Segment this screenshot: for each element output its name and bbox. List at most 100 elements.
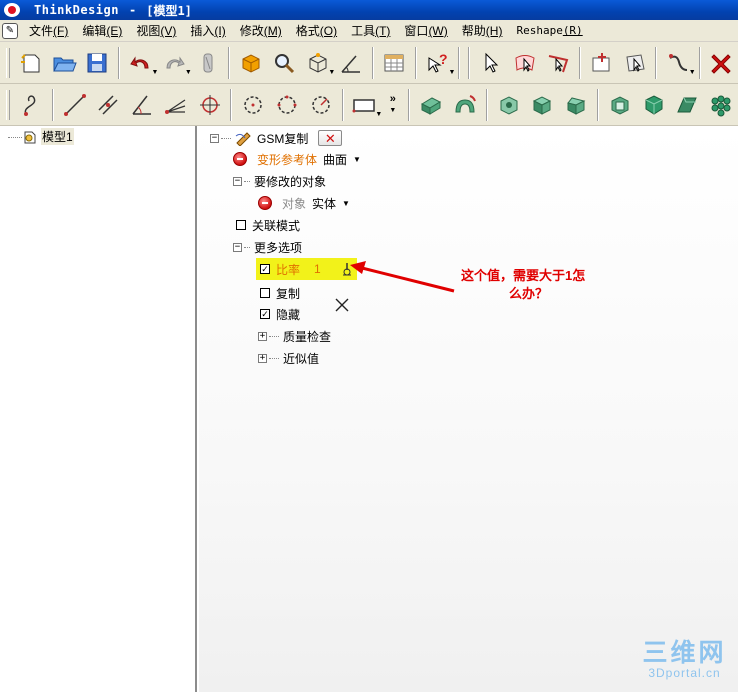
chevron-down-icon[interactable]: ▼: [353, 155, 361, 164]
document-title: [模型1]: [146, 3, 192, 18]
select-surface-icon[interactable]: [510, 48, 539, 78]
help-pointer-icon[interactable]: ? ▼: [423, 48, 455, 78]
chamfer-solid-icon[interactable]: [561, 90, 591, 120]
extrude-solid-icon[interactable]: [416, 90, 446, 120]
toolbar-separator: [228, 46, 231, 79]
zoom-icon[interactable]: [270, 48, 299, 78]
menu-insert[interactable]: 插入(I): [183, 22, 232, 39]
hide-checkbox[interactable]: ✓: [260, 309, 270, 319]
bisector-line-icon[interactable]: [161, 90, 191, 120]
approx-value-label: 近似值: [283, 351, 320, 366]
table-icon[interactable]: [380, 48, 409, 78]
select-edge-icon[interactable]: [543, 48, 572, 78]
tree-node-label: 模型1: [41, 128, 74, 145]
solid-box-icon[interactable]: [236, 48, 265, 78]
command-title: GSM复制: [257, 131, 309, 146]
circle-center-icon[interactable]: [238, 90, 268, 120]
crosshair-circle-icon[interactable]: [195, 90, 225, 120]
main-toolbar: ▼ ▼ ▼ ? ▼ ▼: [0, 42, 738, 84]
toolbar-separator: [698, 46, 701, 79]
watermark-url: 3Dportal.cn: [648, 666, 721, 680]
measure-angle-icon[interactable]: [336, 48, 365, 78]
shell-solid-icon[interactable]: [605, 90, 635, 120]
spline-curve-icon[interactable]: [16, 90, 46, 120]
pattern-solid-icon[interactable]: [706, 90, 736, 120]
delete-icon[interactable]: [707, 48, 736, 78]
toolbar-separator: [51, 88, 54, 121]
toolbar-separator: [458, 46, 461, 79]
cross-cursor-icon: [335, 298, 349, 312]
curve-pick-icon[interactable]: ▼: [663, 48, 696, 78]
history-icon[interactable]: [193, 48, 222, 78]
save-icon[interactable]: [83, 48, 112, 78]
app-icon[interactable]: [4, 3, 20, 17]
toolbar-separator: [230, 88, 233, 121]
rectangle-icon[interactable]: ▼: [350, 90, 382, 120]
revolve-solid-icon[interactable]: [450, 90, 480, 120]
toolbar-grip[interactable]: [6, 89, 10, 120]
toolbar-separator: [596, 88, 599, 121]
box-solid-icon[interactable]: [527, 90, 557, 120]
gsm-copy-icon: [235, 132, 251, 146]
toolbar-separator: [371, 46, 374, 79]
select-filter-icon[interactable]: [587, 48, 616, 78]
expand-toggle[interactable]: +: [258, 353, 267, 363]
collapse-toggle[interactable]: −: [210, 133, 219, 143]
redo-icon[interactable]: ▼: [159, 48, 192, 78]
object-select[interactable]: 实体: [312, 195, 336, 212]
parallel-line-icon[interactable]: [93, 90, 123, 120]
svg-text:?: ?: [439, 51, 448, 67]
menu-reshape[interactable]: Reshape(R): [509, 24, 589, 37]
toolbar-separator: [655, 46, 658, 79]
chevron-down-icon[interactable]: ▼: [342, 199, 350, 208]
menu-modify[interactable]: 修改(M): [233, 22, 289, 39]
menu-edit[interactable]: 编辑(E): [75, 22, 129, 39]
circle-radius-icon[interactable]: [306, 90, 336, 120]
toolbar-separator: [118, 46, 121, 79]
gem-solid-icon[interactable]: [639, 90, 669, 120]
hex-solid-icon[interactable]: [494, 90, 524, 120]
collapse-toggle[interactable]: −: [233, 242, 242, 252]
menu-format[interactable]: 格式(O): [289, 22, 344, 39]
toolbar-overflow-chevron[interactable]: » ▼: [389, 93, 396, 116]
angle-line-icon[interactable]: [127, 90, 157, 120]
ratio-checkbox[interactable]: ✓: [260, 264, 270, 274]
select-solid-icon[interactable]: [620, 48, 649, 78]
select-pointer-icon[interactable]: [476, 48, 505, 78]
deform-ref-row: 变形参考体 曲面 ▼: [233, 150, 361, 168]
sheet-solid-icon[interactable]: [672, 90, 702, 120]
tree-connector: [244, 246, 250, 248]
assoc-mode-row: 关联模式: [236, 216, 300, 234]
menu-window[interactable]: 窗口(W): [397, 22, 454, 39]
undo-icon[interactable]: ▼: [126, 48, 158, 78]
deform-ref-select[interactable]: 曲面: [323, 151, 347, 168]
new-file-icon[interactable]: [16, 48, 45, 78]
circle-three-point-icon[interactable]: [272, 90, 302, 120]
ratio-label: 比率: [276, 262, 301, 277]
menu-view[interactable]: 视图(V): [129, 22, 183, 39]
copy-checkbox[interactable]: [260, 288, 270, 298]
required-stop-icon: [233, 152, 247, 166]
expand-toggle[interactable]: +: [258, 331, 267, 341]
open-folder-icon[interactable]: [49, 48, 78, 78]
wireframe-box-icon[interactable]: ▼: [303, 48, 335, 78]
menu-tools[interactable]: 工具(T): [344, 22, 397, 39]
deform-ref-label: 变形参考体: [257, 152, 318, 167]
menu-file[interactable]: 文件(F): [22, 22, 75, 39]
ratio-value-field[interactable]: 1: [314, 262, 321, 276]
hide-label: 隐藏: [276, 307, 301, 322]
quality-check-label: 质量检查: [283, 329, 332, 344]
tree-node-model[interactable]: 模型1: [8, 128, 74, 145]
line-icon[interactable]: [60, 90, 90, 120]
toolbar-grip[interactable]: [6, 47, 10, 78]
close-command-button[interactable]: ✕: [318, 130, 343, 146]
menu-help[interactable]: 帮助(H): [455, 22, 510, 39]
copy-label: 复制: [276, 286, 301, 301]
document-menu-icon[interactable]: ✎: [2, 22, 18, 39]
toolbar-separator: [485, 88, 488, 121]
more-options-row: − 更多选项: [233, 238, 302, 256]
modify-objects-row: − 要修改的对象: [233, 172, 326, 190]
assoc-mode-checkbox[interactable]: [236, 220, 246, 230]
geometry-toolbar: ▼ » ▼: [0, 84, 738, 126]
collapse-toggle[interactable]: −: [233, 176, 242, 186]
